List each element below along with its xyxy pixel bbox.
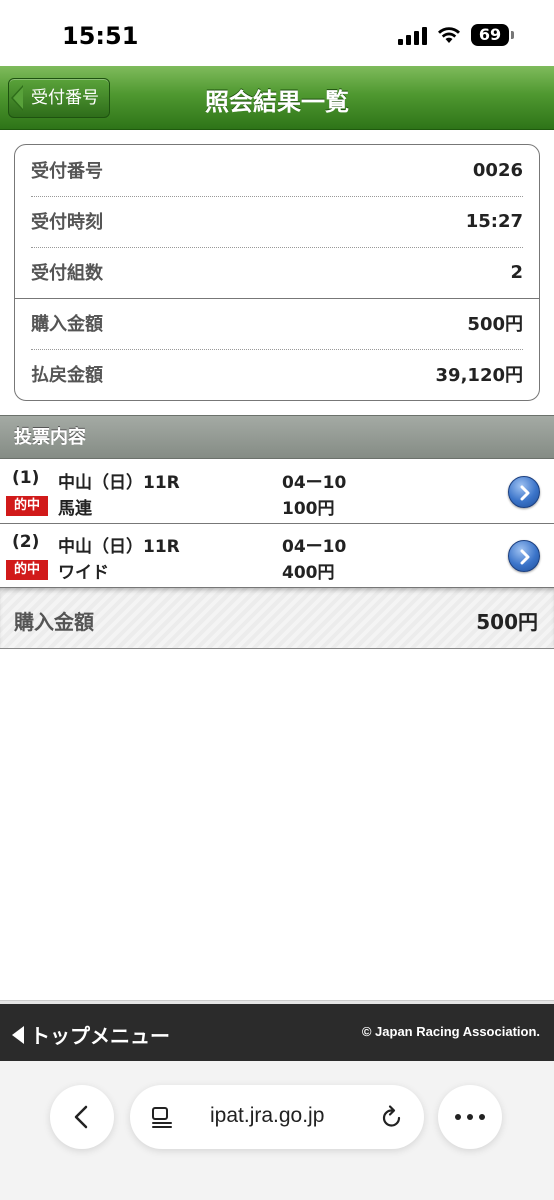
bet-combination: 04ー10 xyxy=(282,473,347,493)
bet-index: (1) xyxy=(12,468,40,488)
total-bar: 購入金額 500円 xyxy=(0,588,554,649)
wifi-icon xyxy=(438,27,460,43)
purchase-amount-value: 500円 xyxy=(467,314,523,335)
payout-amount-label: 払戻金額 xyxy=(31,365,103,386)
bet-race: 中山（日）11R xyxy=(58,473,180,493)
browser-back-button[interactable] xyxy=(50,1085,114,1149)
bet-type: ワイド xyxy=(58,563,109,583)
receipt-time-value: 15:27 xyxy=(465,210,523,232)
address-bar[interactable]: ipat.jra.go.jp xyxy=(130,1085,424,1149)
copyright-text: © Japan Racing Association. xyxy=(361,1024,540,1039)
battery-cap xyxy=(511,31,514,39)
top-menu-label: トップメニュー xyxy=(30,1024,170,1048)
bet-combination: 04ー10 xyxy=(282,537,347,557)
receipt-number-label: 受付番号 xyxy=(31,161,103,182)
receipt-time-label: 受付時刻 xyxy=(31,212,103,233)
chevron-right-icon xyxy=(520,549,530,565)
bet-contents-header: 投票内容 xyxy=(0,415,554,459)
bet-row[interactable]: (2) 中山（日）11R 04ー10 的中 ワイド 400円 xyxy=(0,524,554,588)
chevron-left-icon xyxy=(74,1105,88,1129)
bet-amount: 400円 xyxy=(282,563,335,583)
receipt-number-value: 0026 xyxy=(472,159,523,181)
hit-badge: 的中 xyxy=(6,496,48,516)
purchase-amount-label: 購入金額 xyxy=(31,314,103,335)
receipt-row: 購入金額 500円 xyxy=(31,298,523,348)
receipt-row: 受付時刻 15:27 xyxy=(31,196,523,246)
url-text: ipat.jra.go.jp xyxy=(210,1104,325,1127)
bet-amount: 100円 xyxy=(282,499,335,519)
chevron-right-icon xyxy=(520,485,530,501)
total-purchase-value: 500円 xyxy=(476,610,538,634)
status-bar: 15:51 69 xyxy=(0,0,554,66)
bet-index: (2) xyxy=(12,532,40,552)
total-purchase-label: 購入金額 xyxy=(14,610,94,634)
receipt-row: 受付番号 0026 xyxy=(31,145,523,195)
browser-toolbar: ipat.jra.go.jp xyxy=(0,1061,554,1200)
receipt-row: 払戻金額 39,120円 xyxy=(31,349,523,399)
top-menu-link[interactable]: トップメニュー xyxy=(12,1020,170,1049)
browser-more-button[interactable] xyxy=(438,1085,502,1149)
reload-icon[interactable] xyxy=(380,1104,404,1130)
footer-bar: トップメニュー © Japan Racing Association. xyxy=(0,1004,554,1061)
app-header: 受付番号 照会結果一覧 xyxy=(0,66,554,130)
receipt-row: 受付組数 2 xyxy=(31,247,523,297)
page-menu-icon xyxy=(152,1107,172,1128)
bet-type: 馬連 xyxy=(58,499,92,519)
ellipsis-icon xyxy=(455,1114,485,1120)
receipt-summary-card: 受付番号 0026 受付時刻 15:27 受付組数 2 購入金額 500円 払戻… xyxy=(14,144,540,401)
status-icons: 69 xyxy=(398,24,514,46)
bet-race: 中山（日）11R xyxy=(58,537,180,557)
battery-icon: 69 xyxy=(471,24,509,46)
status-time: 15:51 xyxy=(62,22,139,50)
page-title: 照会結果一覧 xyxy=(205,88,349,116)
bet-count-label: 受付組数 xyxy=(31,263,103,284)
hit-badge: 的中 xyxy=(6,560,48,580)
bet-row[interactable]: (1) 中山（日）11R 04ー10 的中 馬連 100円 xyxy=(0,460,554,524)
detail-chevron-button[interactable] xyxy=(508,476,540,508)
detail-chevron-button[interactable] xyxy=(508,540,540,572)
bet-count-value: 2 xyxy=(510,261,523,283)
cellular-signal-icon xyxy=(398,25,427,45)
triangle-left-icon xyxy=(12,1025,24,1044)
payout-amount-value: 39,120円 xyxy=(435,365,523,386)
